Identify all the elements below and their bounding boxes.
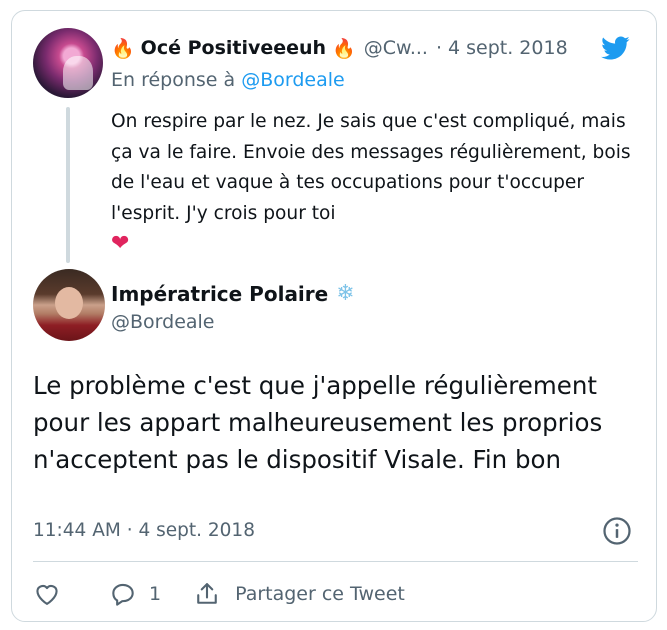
snowflake-emoji-icon: ❄ (336, 281, 355, 306)
reply-context: En réponse à @Bordeale (111, 69, 345, 91)
tweet-timestamp[interactable]: 11:44 AM · 4 sept. 2018 (33, 520, 255, 541)
parent-display-name[interactable]: Océ Positiveeeuh (141, 37, 326, 59)
thread-connector-line (66, 107, 70, 263)
parent-date[interactable]: 4 sept. 2018 (448, 37, 568, 59)
parent-avatar[interactable] (33, 28, 103, 98)
red-heart-emoji-icon: ❤ (111, 231, 130, 256)
parent-tweet-text: On respire par le nez. Je sais que c'est… (111, 107, 641, 261)
speech-bubble-icon (112, 583, 134, 606)
separator-dot: · (435, 37, 442, 59)
main-display-name-row: Impératrice Polaire ❄ (111, 281, 355, 306)
info-icon[interactable] (602, 516, 632, 546)
main-display-name[interactable]: Impératrice Polaire (111, 282, 328, 306)
share-button[interactable]: Partager ce Tweet (193, 580, 405, 608)
share-label: Partager ce Tweet (235, 583, 405, 605)
like-button[interactable] (33, 580, 61, 608)
fire-emoji-icon: 🔥 (332, 37, 356, 60)
tweet-actions: 1 Partager ce Tweet (33, 576, 405, 612)
heart-outline-icon (36, 585, 58, 605)
twitter-bird-icon[interactable] (598, 33, 632, 63)
action-divider (33, 561, 638, 562)
parent-tweet-header: 🔥 Océ Positiveeeuh 🔥 @Cw... · 4 sept. 20… (111, 33, 568, 63)
reply-button[interactable]: 1 (109, 580, 161, 608)
fire-emoji-icon: 🔥 (111, 37, 135, 60)
reply-count: 1 (149, 583, 162, 605)
tweet-card[interactable]: 🔥 Océ Positiveeeuh 🔥 @Cw... · 4 sept. 20… (11, 10, 657, 622)
main-handle[interactable]: @Bordeale (111, 311, 215, 333)
main-avatar[interactable] (33, 269, 105, 341)
share-upload-icon (197, 583, 217, 604)
reply-prefix: En réponse à (111, 69, 236, 91)
main-tweet-text: Le problème c'est que j'appelle régulièr… (33, 371, 603, 474)
parent-tweet-body: On respire par le nez. Je sais que c'est… (111, 111, 631, 224)
parent-handle[interactable]: @Cw... (364, 37, 428, 59)
reply-mention-link[interactable]: @Bordeale (241, 69, 345, 91)
